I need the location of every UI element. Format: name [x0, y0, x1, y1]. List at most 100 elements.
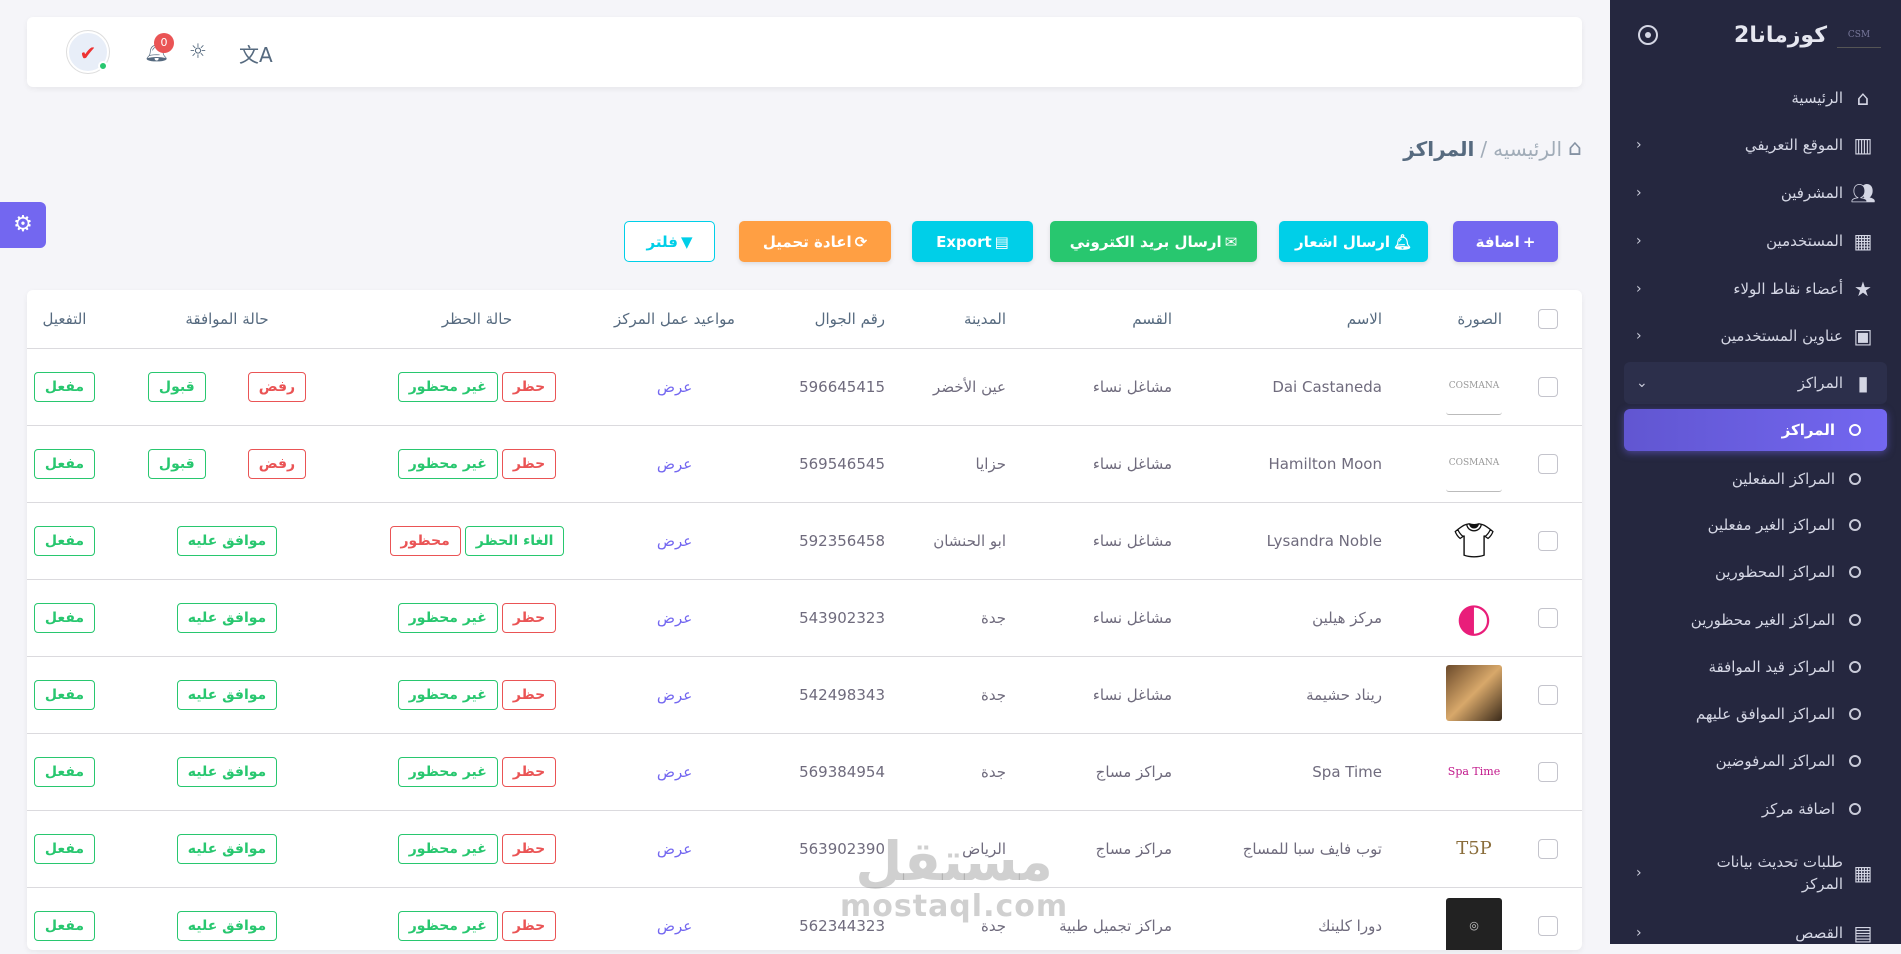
approved-status[interactable]: موافق عليه: [176, 756, 278, 787]
gear-icon: ⚙: [13, 212, 33, 237]
export-button[interactable]: Export ▤: [912, 221, 1033, 262]
phone-cell: 569384954: [747, 733, 897, 811]
unbanned-status[interactable]: غير محظور: [397, 371, 498, 402]
column-header[interactable]: التفعيل: [27, 290, 102, 349]
view-hours-link[interactable]: عرض: [657, 840, 692, 858]
sidebar-subitem-0[interactable]: المراكز: [1624, 409, 1887, 451]
column-header[interactable]: مواعيد عمل المركز: [602, 290, 747, 349]
unbanned-status[interactable]: غير محظور: [397, 602, 498, 633]
approval-status-cell: موافق عليه: [102, 656, 352, 734]
unban-button[interactable]: الغاء الحظر: [464, 525, 565, 556]
column-header[interactable]: القسم: [1018, 290, 1184, 349]
sidebar-subitem-6[interactable]: المراكز الموافق عليهم: [1624, 693, 1887, 735]
view-hours-link[interactable]: عرض: [657, 455, 692, 473]
view-hours-link[interactable]: عرض: [657, 763, 692, 781]
add-button[interactable]: + اضافة: [1453, 221, 1558, 262]
unbanned-status[interactable]: غير محظور: [397, 910, 498, 941]
view-hours-link[interactable]: عرض: [657, 609, 692, 627]
ban-button[interactable]: حظر: [501, 756, 557, 787]
active-status-button[interactable]: مفعل: [33, 602, 96, 633]
ban-button[interactable]: حظر: [501, 371, 557, 402]
home-icon[interactable]: ⌂: [1568, 136, 1582, 161]
unbanned-status[interactable]: غير محظور: [397, 756, 498, 787]
ban-button[interactable]: حظر: [501, 679, 557, 710]
row-select-cell: [1514, 887, 1582, 950]
sidebar-item-6[interactable]: ▮ المراكز ⌄: [1624, 362, 1887, 404]
sidebar-subitem-1[interactable]: المراكز المفعلين: [1624, 458, 1887, 500]
view-hours-link[interactable]: عرض: [657, 917, 692, 935]
row-checkbox[interactable]: [1538, 684, 1558, 705]
name-cell: Lysandra Noble: [1184, 502, 1394, 580]
approved-status[interactable]: موافق عليه: [176, 525, 278, 556]
banned-status[interactable]: محظور: [389, 525, 461, 556]
active-status-button[interactable]: مفعل: [33, 448, 96, 479]
active-status-button[interactable]: مفعل: [33, 679, 96, 710]
view-hours-link[interactable]: عرض: [657, 378, 692, 396]
active-status-button[interactable]: مفعل: [33, 525, 96, 556]
row-checkbox[interactable]: [1538, 453, 1558, 474]
sidebar-item-2[interactable]: 👥︎ المشرفين ‹: [1624, 172, 1887, 214]
filter-button[interactable]: ▼ فلتر: [624, 221, 715, 262]
view-hours-link[interactable]: عرض: [657, 686, 692, 704]
sidebar-item-label: الرئيسية: [1791, 89, 1843, 107]
sidebar-item-5[interactable]: ▣ عناوين المستخدمين ‹: [1624, 315, 1887, 357]
translate-icon[interactable]: 文A: [239, 39, 273, 68]
row-checkbox[interactable]: [1538, 761, 1558, 782]
reject-button[interactable]: رفض: [247, 371, 307, 402]
approved-status[interactable]: موافق عليه: [176, 679, 278, 710]
settings-button[interactable]: ⚙: [0, 202, 46, 248]
row-checkbox[interactable]: [1538, 915, 1558, 936]
unbanned-status[interactable]: غير محظور: [397, 448, 498, 479]
accept-button[interactable]: قبول: [147, 371, 206, 402]
approved-status[interactable]: موافق عليه: [176, 833, 278, 864]
ban-button[interactable]: حظر: [501, 833, 557, 864]
approved-status[interactable]: موافق عليه: [176, 910, 278, 941]
sidebar-subitem-5[interactable]: المراكز قيد الموافقة: [1624, 646, 1887, 688]
approved-status[interactable]: موافق عليه: [176, 602, 278, 633]
column-header[interactable]: الصورة: [1394, 290, 1514, 349]
sidebar-subitem-2[interactable]: المراكز الغير مفعلين: [1624, 504, 1887, 546]
reject-button[interactable]: رفض: [247, 448, 307, 479]
ban-button[interactable]: حظر: [501, 448, 557, 479]
circle-icon: [1849, 473, 1861, 485]
row-checkbox[interactable]: [1538, 376, 1558, 397]
ban-button[interactable]: حظر: [501, 910, 557, 941]
accept-button[interactable]: قبول: [147, 448, 206, 479]
sidebar-item-stories[interactable]: ▤ القصص ‹: [1624, 912, 1887, 954]
active-status-button[interactable]: مفعل: [33, 756, 96, 787]
reload-button[interactable]: ⟳ اعادة تحميل: [739, 221, 891, 262]
sidebar-subitem-7[interactable]: المراكز المرفوضين: [1624, 740, 1887, 782]
sidebar-item-0[interactable]: ⌂ الرئيسية: [1624, 77, 1887, 119]
row-checkbox[interactable]: [1538, 530, 1558, 551]
sidebar-item-4[interactable]: ★ أعضاء نقاط الولاء ‹: [1624, 268, 1887, 310]
sun-icon[interactable]: ☼: [189, 39, 207, 63]
column-header[interactable]: المدينة: [897, 290, 1018, 349]
row-checkbox[interactable]: [1538, 838, 1558, 859]
active-status-button[interactable]: مفعل: [33, 371, 96, 402]
breadcrumb-home[interactable]: الرئيسيه: [1493, 137, 1562, 161]
send-notification-button[interactable]: 🔔︎ ارسال اشعار: [1279, 221, 1428, 262]
sidebar-item-update-requests[interactable]: ▦ طلبات تحديث بيانات المركز ‹: [1624, 850, 1887, 896]
column-header[interactable]: حالة الموافقة: [102, 290, 352, 349]
view-hours-link[interactable]: عرض: [657, 532, 692, 550]
send-email-button[interactable]: ✉ ارسال بريد الكتروني: [1050, 221, 1257, 262]
sidebar-item-1[interactable]: ▥ الموقع التعريفي ‹: [1624, 124, 1887, 166]
column-header[interactable]: رقم الجوال: [747, 290, 897, 349]
column-header[interactable]: حالة الحظر: [352, 290, 602, 349]
sidebar-subitem-3[interactable]: المراكز المحظورين: [1624, 551, 1887, 593]
row-checkbox[interactable]: [1538, 607, 1558, 628]
sidebar-item-3[interactable]: ▦ المستخدمين ‹: [1624, 220, 1887, 262]
sidebar-toggle-icon[interactable]: [1638, 25, 1658, 45]
center-image: 👕︎: [1446, 512, 1502, 569]
select-all-checkbox[interactable]: [1538, 308, 1558, 329]
active-status-button[interactable]: مفعل: [33, 833, 96, 864]
unbanned-status[interactable]: غير محظور: [397, 833, 498, 864]
sidebar-subitem-8[interactable]: اضافة مركز: [1624, 788, 1887, 830]
unbanned-status[interactable]: غير محظور: [397, 679, 498, 710]
table-row: ◎ دورا كلينك مراكز تجميل طبية جدة 562344…: [27, 887, 1582, 950]
avatar[interactable]: ✔: [67, 31, 109, 73]
ban-button[interactable]: حظر: [501, 602, 557, 633]
column-header[interactable]: الاسم: [1184, 290, 1394, 349]
sidebar-subitem-4[interactable]: المراكز الغير محظورين: [1624, 599, 1887, 641]
active-status-button[interactable]: مفعل: [33, 910, 96, 941]
